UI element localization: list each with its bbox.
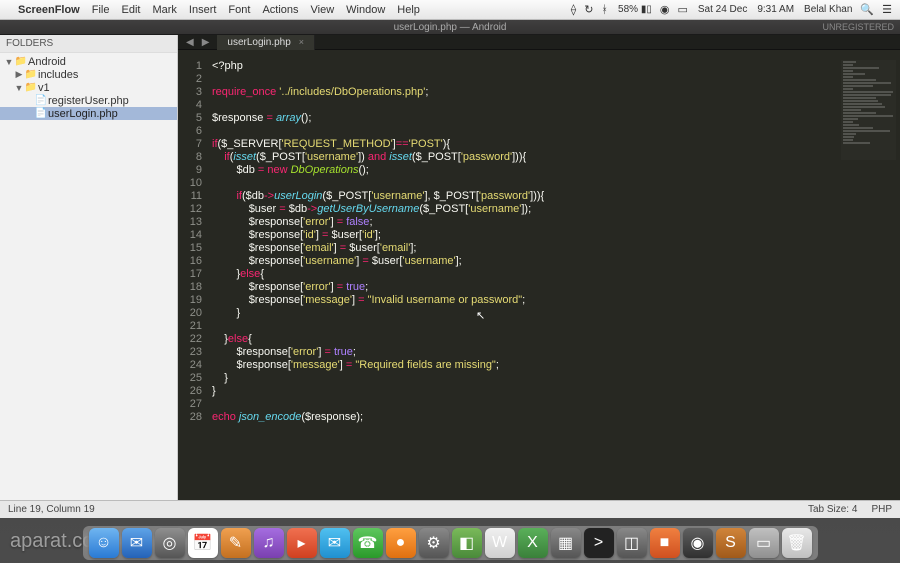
dock-app-20[interactable]: ▭ [749,528,779,558]
dock-app-0[interactable]: ☺ [89,528,119,558]
cursor-position[interactable]: Line 19, Column 19 [8,504,95,515]
dock-app-16[interactable]: ◫ [617,528,647,558]
tree-label: registerUser.php [48,95,129,107]
dock-app-14[interactable]: ▦ [551,528,581,558]
dock-app-8[interactable]: ☎ [353,528,383,558]
minimap[interactable] [841,60,896,160]
dock-app-10[interactable]: ⚙ [419,528,449,558]
wifi-icon[interactable]: ◉ [660,3,670,16]
mac-menubar: ScreenFlow File Edit Mark Insert Font Actions… [0,0,900,20]
menu-file[interactable]: File [92,4,110,16]
folder-android[interactable]: ▼📁Android [0,55,177,68]
dock-app-9[interactable]: ● [386,528,416,558]
tree-label: userLogin.php [48,108,118,120]
dock-app-6[interactable]: ▸ [287,528,317,558]
menu-icon[interactable]: ☰ [882,3,892,16]
menu-view[interactable]: View [311,4,335,16]
menu-window[interactable]: Window [346,4,385,16]
battery-status[interactable]: 58% ▮▯ [618,4,652,15]
user-name[interactable]: Belal Khan [804,4,852,15]
code-content[interactable]: <?phprequire_once '../includes/DbOperati… [208,50,900,500]
tree-label: includes [38,69,78,81]
file-icon: 📄 [34,95,48,106]
tab-bar: ◀ ▶ userLogin.php × [178,35,900,50]
tree-label: Android [28,56,66,68]
dock-area: aparat.com/koochaktarha ☺✉◎📅✎♫▸✉☎●⚙◧WX▦>… [0,518,900,563]
airplay-icon[interactable]: ▭ [677,3,687,16]
sidebar-header: FOLDERS [0,35,177,53]
dock: ☺✉◎📅✎♫▸✉☎●⚙◧WX▦>◫■◉S▭🗑 [83,526,818,560]
editor-area: ◀ ▶ userLogin.php × 12345678910111213141… [178,35,900,500]
active-app-name[interactable]: ScreenFlow [18,4,80,16]
dock-app-18[interactable]: ◉ [683,528,713,558]
editor-tab[interactable]: userLogin.php × [217,35,315,50]
window-titlebar: userLogin.php — Android UNREGISTERED [0,20,900,35]
tab-size[interactable]: Tab Size: 4 [808,504,857,515]
language-mode[interactable]: PHP [871,504,892,515]
file-registerUser-php[interactable]: 📄registerUser.php [0,94,177,107]
menu-font[interactable]: Font [228,4,250,16]
file-icon: 📄 [34,108,48,119]
dock-app-4[interactable]: ✎ [221,528,251,558]
folder-tree: ▼📁Android▶📁includes▼📁v1📄registerUser.php… [0,53,177,122]
dock-app-17[interactable]: ■ [650,528,680,558]
menu-actions[interactable]: Actions [262,4,298,16]
time[interactable]: 9:31 AM [757,4,794,15]
folder-icon: 📁 [24,82,38,93]
dock-app-21[interactable]: 🗑 [782,528,812,558]
search-icon[interactable]: 🔍 [860,3,874,16]
menu-edit[interactable]: Edit [121,4,140,16]
nav-forward-icon[interactable]: ▶ [202,37,210,48]
tab-close-icon[interactable]: × [299,37,304,47]
folder-includes[interactable]: ▶📁includes [0,68,177,81]
nav-back-icon[interactable]: ◀ [186,37,194,48]
dock-app-13[interactable]: X [518,528,548,558]
dock-app-15[interactable]: > [584,528,614,558]
menu-insert[interactable]: Insert [189,4,217,16]
dropbox-icon[interactable]: ⟠ [571,3,576,16]
statusbar: Line 19, Column 19 Tab Size: 4 PHP [0,500,900,518]
menu-help[interactable]: Help [397,4,420,16]
dock-app-7[interactable]: ✉ [320,528,350,558]
tab-label: userLogin.php [227,37,290,48]
dock-app-1[interactable]: ✉ [122,528,152,558]
menu-mark[interactable]: Mark [152,4,176,16]
window-title: userLogin.php — Android [394,22,507,33]
file-userLogin-php[interactable]: 📄userLogin.php [0,107,177,120]
dock-app-12[interactable]: W [485,528,515,558]
line-gutter: 1234567891011121314151617181920212223242… [178,50,208,500]
unregistered-label: UNREGISTERED [822,22,894,32]
sync-icon[interactable]: ↻ [584,3,593,16]
date[interactable]: Sat 24 Dec [698,4,747,15]
tree-label: v1 [38,82,50,94]
dock-app-19[interactable]: S [716,528,746,558]
dock-app-11[interactable]: ◧ [452,528,482,558]
dock-app-5[interactable]: ♫ [254,528,284,558]
folder-icon: 📁 [14,56,28,67]
folder-sidebar: FOLDERS ▼📁Android▶📁includes▼📁v1📄register… [0,35,178,500]
code-editor[interactable]: 1234567891011121314151617181920212223242… [178,50,900,500]
dock-app-3[interactable]: 📅 [188,528,218,558]
folder-icon: 📁 [24,69,38,80]
folder-v1[interactable]: ▼📁v1 [0,81,177,94]
bluetooth-icon[interactable]: ᚼ [601,4,608,16]
dock-app-2[interactable]: ◎ [155,528,185,558]
